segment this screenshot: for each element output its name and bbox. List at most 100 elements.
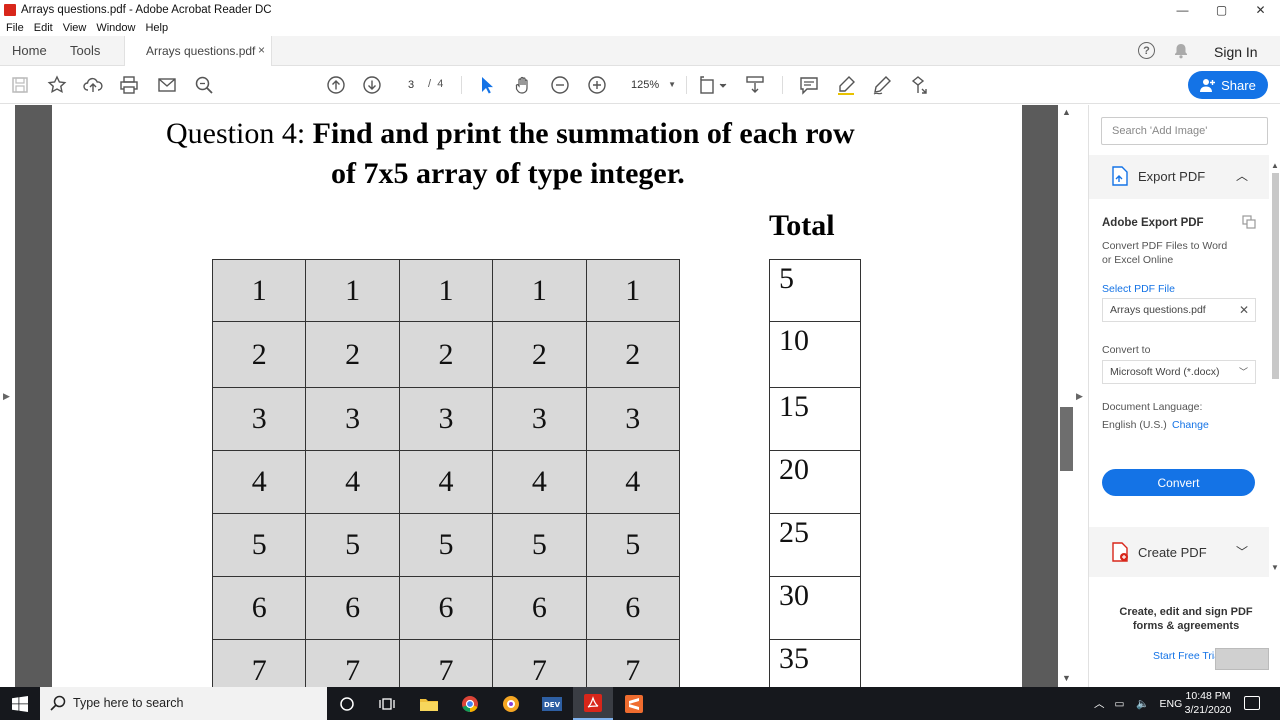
tab-home[interactable]: Home <box>12 43 47 58</box>
zoom-in-icon[interactable] <box>587 75 607 95</box>
file-explorer-icon[interactable] <box>409 687 449 720</box>
scroll-mode-icon[interactable] <box>745 75 765 95</box>
dev-cpp-icon[interactable]: DEV <box>532 687 572 720</box>
tools-more-icon[interactable] <box>909 75 929 95</box>
document-scrollbar[interactable]: ▲ ▼ <box>1058 105 1075 687</box>
table-row: 5 <box>769 259 861 322</box>
grid-cell: 2 <box>211 321 307 388</box>
chrome-icon[interactable] <box>450 687 490 720</box>
adobe-export-title: Adobe Export PDF <box>1102 217 1204 229</box>
zoom-out-icon[interactable] <box>550 75 570 95</box>
sign-pen-icon[interactable] <box>872 75 892 95</box>
clock-date: 3/21/2020 <box>1184 704 1232 716</box>
remove-file-icon[interactable]: ✕ <box>1239 299 1249 321</box>
copy-icon[interactable] <box>1242 215 1256 229</box>
toolbar-divider <box>461 76 462 94</box>
scroll-down-icon[interactable]: ▼ <box>1062 673 1071 683</box>
tab-tools[interactable]: Tools <box>70 43 100 58</box>
sign-in-link[interactable]: Sign In <box>1214 44 1258 60</box>
next-page-icon[interactable] <box>362 75 382 95</box>
selected-file-name: Arrays questions.pdf <box>1110 304 1206 316</box>
menu-window[interactable]: Window <box>96 22 135 34</box>
grid-cell: 3 <box>305 387 400 451</box>
menu-help[interactable]: Help <box>145 22 168 34</box>
clock-time: 10:48 PM <box>1185 690 1231 702</box>
hand-tool-icon[interactable] <box>513 75 533 95</box>
question-prefix: Question 4: <box>166 117 313 150</box>
battery-icon[interactable]: ▭ <box>1115 698 1125 710</box>
document-area: ▶ Question 4: Find and print the summati… <box>0 105 1088 687</box>
create-pdf-header[interactable]: Create PDF ﹀ <box>1089 530 1269 574</box>
grid-cell: 7 <box>305 639 400 687</box>
previous-page-icon[interactable] <box>326 75 346 95</box>
table-row: 15 <box>769 387 861 451</box>
comment-icon[interactable] <box>799 75 819 95</box>
menu-view[interactable]: View <box>63 22 87 34</box>
maximize-button[interactable]: ▢ <box>1202 0 1241 20</box>
grid-cell: 6 <box>305 576 400 640</box>
email-icon[interactable] <box>157 75 177 95</box>
bookmark-star-icon[interactable] <box>47 75 67 95</box>
pdf-page: Question 4: Find and print the summation… <box>52 105 1022 687</box>
acrobat-taskbar-icon[interactable] <box>573 687 613 720</box>
total-cell: 15 <box>769 387 861 451</box>
scrollbar-thumb[interactable] <box>1272 173 1279 379</box>
zoom-level-select[interactable]: 125% ▼ <box>622 75 680 95</box>
table-row: 44444 <box>211 450 680 514</box>
left-panel-toggle-icon[interactable]: ▶ <box>3 391 10 402</box>
action-center-icon[interactable] <box>1244 696 1260 710</box>
save-icon[interactable] <box>10 75 30 95</box>
sublime-text-icon[interactable] <box>614 687 654 720</box>
convert-format-select[interactable]: Microsoft Word (*.docx) ﹀ <box>1102 360 1256 384</box>
windows-start-button[interactable] <box>0 687 40 720</box>
help-icon[interactable]: ? <box>1138 42 1155 59</box>
scroll-up-icon[interactable]: ▲ <box>1062 107 1071 117</box>
search-icon[interactable] <box>194 75 214 95</box>
toolbar-divider <box>686 76 687 94</box>
system-clock[interactable]: 10:48 PM 3/21/2020 <box>1183 689 1233 717</box>
select-pdf-file-link[interactable]: Select PDF File <box>1102 283 1175 295</box>
grid-cell: 4 <box>305 450 400 514</box>
upload-cloud-icon[interactable] <box>83 75 103 95</box>
chevron-up-icon[interactable]: ︿ <box>1236 167 1248 184</box>
page-number-input[interactable]: 3 <box>398 75 424 95</box>
browser-app-icon[interactable] <box>491 687 531 720</box>
page-display-icon[interactable] <box>698 75 728 95</box>
share-button[interactable]: Share <box>1188 71 1268 99</box>
print-icon[interactable] <box>119 75 139 95</box>
scrollbar-thumb[interactable] <box>1060 407 1073 471</box>
minimize-button[interactable]: — <box>1163 0 1202 20</box>
tools-panel-scrollbar[interactable]: ▲ ▼ <box>1269 161 1280 573</box>
tab-document[interactable]: Arrays questions.pdf × <box>124 36 272 66</box>
chevron-down-icon[interactable]: ﹀ <box>1236 543 1248 560</box>
convert-button[interactable]: Convert <box>1102 469 1255 496</box>
tools-search-input[interactable]: Search 'Add Image' <box>1101 117 1268 145</box>
scroll-up-icon[interactable]: ▲ <box>1271 161 1279 170</box>
select-cursor-icon[interactable] <box>477 75 497 95</box>
close-tab-icon[interactable]: × <box>258 43 265 57</box>
selected-file-field[interactable]: Arrays questions.pdf ✕ <box>1102 298 1256 322</box>
grid-cell: 7 <box>211 639 307 687</box>
close-button[interactable]: ✕ <box>1241 0 1280 20</box>
show-hidden-icons-icon[interactable]: ︿ <box>1094 696 1105 711</box>
change-language-link[interactable]: Change <box>1172 419 1209 431</box>
export-pdf-header[interactable]: Export PDF ︿ <box>1089 155 1269 197</box>
grid-cell: 2 <box>585 321 680 388</box>
highlight-pen-icon[interactable] <box>836 75 856 95</box>
right-panel-toggle-icon[interactable]: ▶ <box>1076 391 1083 402</box>
language-indicator[interactable]: ENG <box>1160 698 1183 710</box>
task-view-icon[interactable] <box>367 687 407 720</box>
taskbar-search-input[interactable]: Type here to search <box>40 687 327 720</box>
cortana-icon[interactable] <box>327 687 367 720</box>
menu-file[interactable]: File <box>6 22 24 34</box>
chevron-down-icon: ﹀ <box>1238 367 1248 377</box>
menu-edit[interactable]: Edit <box>34 22 53 34</box>
total-cell: 20 <box>769 450 861 514</box>
table-row: 11111 <box>211 259 680 322</box>
volume-icon[interactable]: 🔈 <box>1136 697 1149 710</box>
notification-bell-icon[interactable] <box>1173 43 1189 59</box>
document-language-label: Document Language: <box>1102 401 1203 413</box>
start-free-trial-link[interactable]: Start Free Trial <box>1153 650 1222 662</box>
scroll-down-icon[interactable]: ▼ <box>1271 563 1279 572</box>
video-overlay-controls[interactable] <box>1215 648 1269 670</box>
